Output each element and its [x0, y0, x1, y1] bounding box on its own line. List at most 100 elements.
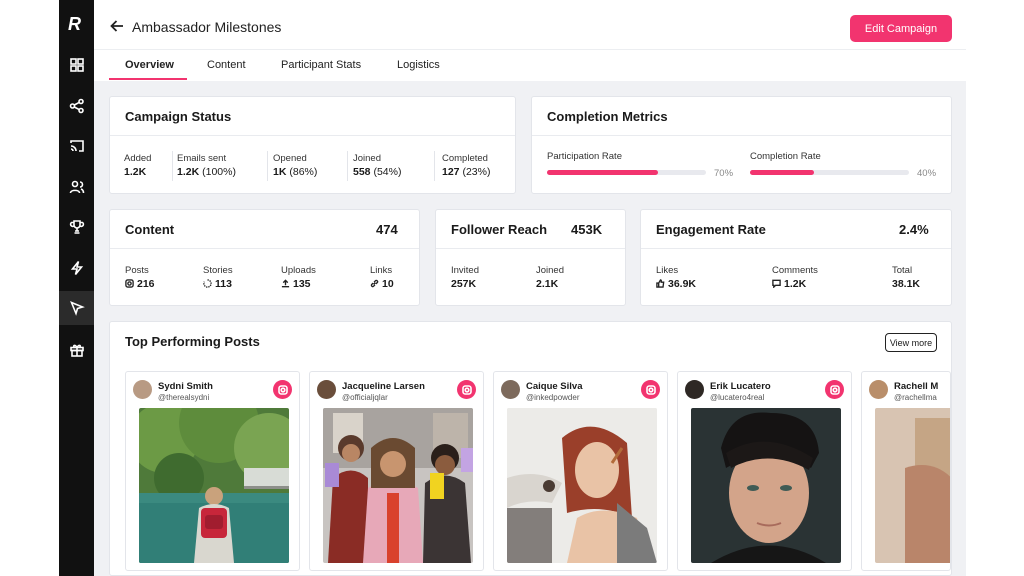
divider [172, 151, 173, 181]
divider [532, 135, 951, 136]
stat-label-completed: Completed [442, 153, 488, 164]
participation-rate-fill [547, 170, 659, 175]
post-image[interactable] [323, 408, 473, 563]
thumbs-up-icon [656, 279, 665, 288]
instagram-icon [125, 279, 134, 288]
sidebar-item-actions[interactable] [59, 251, 94, 285]
avatar [869, 380, 888, 399]
sidebar-item-cast[interactable] [59, 129, 94, 163]
main-content: Ambassador Milestones Edit Campaign Over… [94, 0, 966, 576]
post-author-handle: @inkedpowder [526, 393, 580, 402]
completion-metrics-title: Completion Metrics [547, 109, 668, 124]
engagement-rate-title: Engagement Rate [656, 222, 766, 237]
tab-bar: Overview Content Participant Stats Logis… [94, 50, 966, 81]
trophy-icon [69, 220, 84, 234]
completion-rate-percent: 40% [917, 168, 937, 179]
post-author-handle: @officialjqlar [342, 393, 388, 402]
completion-rate-bar [750, 170, 909, 175]
arrow-left-icon [110, 20, 123, 32]
avatar [133, 380, 152, 399]
post-author-handle: @lucatero4real [710, 393, 765, 402]
stat-value-likes: 36.9K [656, 278, 696, 290]
sidebar-item-milestones[interactable] [59, 210, 94, 244]
stat-value-joined: 2.1K [536, 278, 559, 290]
instagram-icon [461, 384, 472, 395]
tab-logistics[interactable]: Logistics [397, 59, 440, 71]
edit-campaign-button[interactable]: Edit Campaign [850, 15, 952, 42]
divider [347, 151, 348, 181]
completion-metrics-card: Completion Metrics Participation Rate 70… [531, 96, 952, 194]
campaign-status-card: Campaign Status Added 1.2K Emails sent 1… [109, 96, 516, 194]
stat-label-joined: Joined [353, 153, 381, 164]
post-card[interactable]: Caique Silva @inkedpowder [493, 371, 668, 571]
post-image[interactable] [875, 408, 950, 563]
stat-value-completed: 127 (23%) [442, 166, 491, 178]
participation-rate-percent: 70% [714, 168, 734, 179]
stat-label-likes: Likes [656, 265, 679, 276]
tab-overview[interactable]: Overview [125, 59, 174, 71]
instagram-button[interactable] [273, 380, 292, 399]
grid-icon [69, 58, 84, 72]
divider [110, 248, 419, 249]
upload-icon [281, 279, 290, 288]
post-image[interactable] [507, 408, 657, 563]
completion-rate-fill [750, 170, 814, 175]
post-card[interactable]: Sydni Smith @therealsydni [125, 371, 300, 571]
instagram-button[interactable] [457, 380, 476, 399]
stat-value-joined: 558 (54%) [353, 166, 402, 178]
stat-label-joined: Joined [536, 265, 564, 276]
post-author-name: Rachell M [894, 381, 939, 392]
share-nodes-icon [69, 98, 84, 114]
top-posts-card: Top Performing Posts View more Sydni Smi… [109, 321, 952, 576]
users-icon [69, 180, 84, 194]
stat-label-total: Total [892, 265, 913, 276]
stat-label-stories: Stories [203, 265, 233, 276]
cast-icon [69, 140, 84, 152]
app-logo[interactable]: R [68, 14, 85, 34]
gift-icon [69, 344, 84, 357]
stat-label-comments: Comments [772, 265, 818, 276]
divider [641, 248, 951, 249]
sidebar-item-users[interactable] [59, 170, 94, 204]
follower-reach-card: Follower Reach 453K Invited 257K Joined … [435, 209, 626, 306]
post-author-name: Caique Silva [526, 381, 583, 392]
sidebar-item-network[interactable] [59, 89, 94, 123]
post-image[interactable] [139, 408, 289, 563]
stat-value-posts: 216 [125, 278, 155, 290]
stat-value-comments: 1.2K [772, 278, 806, 290]
top-posts-title: Top Performing Posts [125, 334, 260, 349]
stat-value-added: 1.2K [124, 166, 147, 178]
avatar [501, 380, 520, 399]
page-header: Ambassador Milestones Edit Campaign [94, 0, 966, 50]
follower-reach-title: Follower Reach [451, 222, 548, 237]
post-card[interactable]: Jacqueline Larsen @officialjqlar [309, 371, 484, 571]
stat-label-posts: Posts [125, 265, 149, 276]
stat-label-emails-sent: Emails sent [177, 153, 227, 164]
back-button[interactable] [110, 19, 124, 33]
stat-label-links: Links [370, 265, 393, 276]
view-more-button[interactable]: View more [885, 333, 937, 352]
post-image[interactable] [691, 408, 841, 563]
stat-label-uploads: Uploads [281, 265, 316, 276]
sidebar-item-campaigns[interactable] [59, 291, 94, 325]
sidebar-item-rewards[interactable] [59, 333, 94, 367]
instagram-button[interactable] [825, 380, 844, 399]
content-total: 474 [376, 222, 398, 237]
link-icon [370, 279, 379, 288]
page-title: Ambassador Milestones [132, 19, 282, 35]
completion-rate-label: Completion Rate [750, 151, 821, 162]
tab-content[interactable]: Content [207, 59, 246, 71]
stat-value-invited: 257K [451, 278, 477, 290]
post-card[interactable]: Rachell M @rachellma [861, 371, 951, 571]
instagram-icon [645, 384, 656, 395]
campaign-status-title: Campaign Status [125, 109, 232, 124]
instagram-button[interactable] [641, 380, 660, 399]
tab-participant-stats[interactable]: Participant Stats [281, 59, 361, 71]
follower-reach-total: 453K [571, 222, 603, 237]
stat-label-invited: Invited [451, 265, 479, 276]
sidebar-item-dashboard[interactable] [59, 48, 94, 82]
comment-icon [772, 279, 781, 289]
story-icon [203, 279, 212, 288]
avatar [317, 380, 336, 399]
post-card[interactable]: Erik Lucatero @lucatero4real [677, 371, 852, 571]
